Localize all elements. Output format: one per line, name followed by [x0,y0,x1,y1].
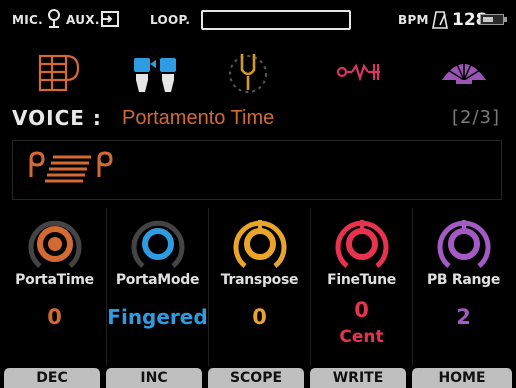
param-label: PB Range [426,272,501,288]
voice-hands-icon [134,58,176,92]
category-fan[interactable] [434,50,494,96]
param-unit: Cent [339,327,384,347]
param-transpose[interactable]: Transpose 0 [208,208,309,366]
status-bar: MIC. AUX. LOOP. BPM 128 [0,0,516,42]
knob-icon[interactable] [24,214,86,272]
mic-label: MIC. [12,13,43,27]
param-value: 0 [354,298,369,322]
microphone-icon [48,9,60,28]
knob-icon[interactable] [433,214,495,272]
param-value: 0 [252,305,267,329]
battery-level [483,17,493,22]
category-effect[interactable] [330,50,390,96]
param-label: PortaMode [115,272,200,288]
loop-progress-bar [201,10,351,30]
home-button[interactable]: HOME [412,368,512,388]
knob-icon[interactable] [331,214,393,272]
music-score-icon [38,54,80,92]
param-label: PortaTime [15,272,94,288]
voice-param-name: Portamento Time [122,107,275,129]
page-indicator: [2/3] [451,107,500,128]
param-pbrange[interactable]: PB Range 2 [412,208,513,366]
inc-button[interactable]: INC [106,368,202,388]
category-voice[interactable] [130,50,190,96]
param-finetune[interactable]: FineTune 0 Cent [310,208,411,366]
loop-label: LOOP. [150,13,191,27]
portamento-glide-icon [29,151,113,183]
param-row: PortaTime 0 PortaMode Fingered Transpose… [0,208,516,368]
param-value: 0 [47,305,62,329]
function-bar: DEC INC SCOPE WRITE HOME [0,368,516,388]
param-label: Transpose [220,272,299,288]
param-label: FineTune [327,272,396,288]
param-value: 2 [456,305,471,329]
param-value: Fingered [107,305,208,329]
tuning-fork-icon [229,54,267,93]
portamento-graphic [12,140,502,200]
dec-button[interactable]: DEC [4,368,100,388]
fan-icon [442,60,486,84]
aux-label: AUX. [66,13,100,27]
param-portamode[interactable]: PortaMode Fingered [106,208,208,366]
voice-label: VOICE : [12,106,102,130]
knob-icon[interactable] [229,214,291,272]
effect-icon [336,63,380,82]
param-portatime[interactable]: PortaTime 0 [4,208,105,366]
aux-input-icon [101,11,119,27]
metronome-icon [432,11,448,29]
category-tuning[interactable] [218,50,278,96]
battery-icon [480,14,507,25]
write-button[interactable]: WRITE [310,368,406,388]
category-score[interactable] [32,50,92,96]
scope-button[interactable]: SCOPE [208,368,304,388]
knob-icon[interactable] [127,214,189,272]
bpm-label: BPM [398,13,429,27]
